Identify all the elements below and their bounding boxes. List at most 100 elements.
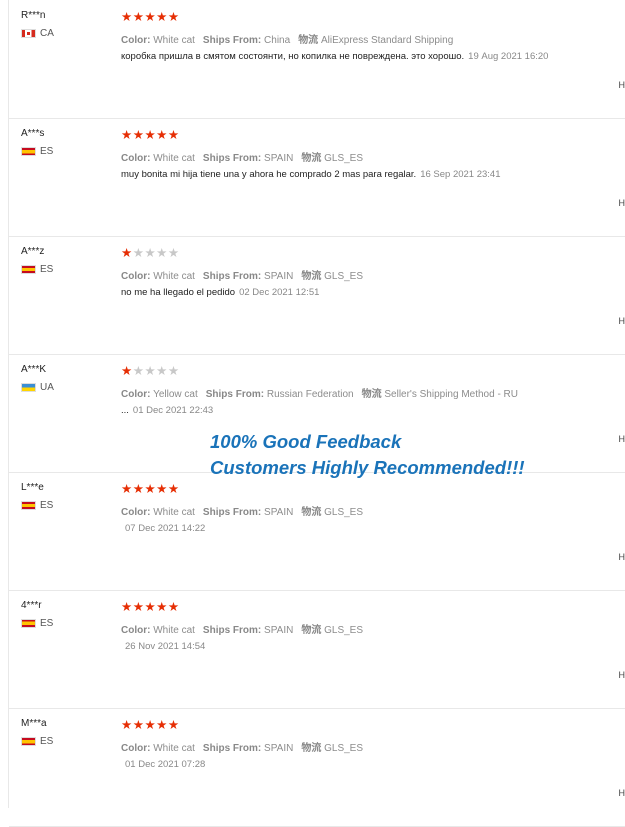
color-label: Color: [121,35,150,46]
review-sku-info: Color: White catShips From: SPAIN物流 GLS_… [121,739,363,754]
review-sku-info: Color: Yellow catShips From: Russian Fed… [121,385,518,400]
review-content: 26 Nov 2021 14:54 [121,641,205,652]
logistics-label: 物流 [362,389,382,400]
star-icon: ★ [121,482,133,496]
star-icon: ★ [168,718,180,732]
reviewer-name: A***K [21,364,46,375]
review-date: 01 Dec 2021 22:43 [133,405,213,416]
logistics-value: Seller's Shipping Method - RU [384,389,518,400]
review-date: 19 Aug 2021 16:20 [468,51,548,62]
review-content: 01 Dec 2021 07:28 [121,759,205,770]
reviewer-country: ES [21,500,53,511]
star-icon: ★ [144,128,156,142]
flag-icon [21,265,36,274]
reviewer-name: M***a [21,718,47,729]
country-code: ES [40,618,53,629]
star-icon: ★ [144,718,156,732]
review-text: ... [121,405,129,416]
flag-icon [21,501,36,510]
flag-icon [21,383,36,392]
helpful-button[interactable]: H [619,434,625,444]
star-icon: ★ [156,600,168,614]
logistics-value: AliExpress Standard Shipping [321,35,453,46]
star-icon: ★ [133,600,145,614]
ships-from-value: Russian Federation [267,389,354,400]
ships-from-label: Ships From: [203,35,261,46]
ships-from-value: China [264,35,290,46]
review-item: 4***rES★★★★★Color: White catShips From: … [9,590,625,709]
review-sku-info: Color: White catShips From: SPAIN物流 GLS_… [121,503,363,518]
star-rating: ★★★★★ [121,718,180,732]
logistics-value: GLS_ES [324,625,363,636]
review-date: 26 Nov 2021 14:54 [125,641,205,652]
star-icon: ★ [168,246,180,260]
ships-from-label: Ships From: [203,153,261,164]
star-icon: ★ [133,364,145,378]
ships-from-value: SPAIN [264,625,293,636]
review-sku-info: Color: White cat Ships From: SPAIN 物流 GLS_… [121,621,363,636]
color-label: Color: [121,271,150,282]
star-icon: ★ [133,718,145,732]
color-label: Color: [121,625,150,636]
reviewer-country: ES [21,736,53,747]
star-icon: ★ [133,10,145,24]
country-code: CA [40,28,54,39]
review-date: 16 Sep 2021 23:41 [420,169,500,180]
reviewer-name: A***s [21,128,44,139]
country-code: ES [40,500,53,511]
review-text: muy bonita mi hija tiene una y ahora he … [121,169,416,180]
flag-icon [21,737,36,746]
ships-from-label: Ships From: [203,625,261,636]
reviewer-name: 4***r [21,600,42,611]
star-icon: ★ [156,246,168,260]
ships-from-value: SPAIN [264,271,293,282]
star-icon: ★ [121,600,133,614]
country-code: ES [40,736,53,747]
star-icon: ★ [144,482,156,496]
logistics-value: GLS_ES [324,153,363,164]
color-label: Color: [121,153,150,164]
review-item: L***eES★★★★★Color: White catShips From: … [9,472,625,591]
promo-banner: 100% Good Feedback Customers Highly Reco… [210,429,525,481]
ships-from-value: SPAIN [264,507,293,518]
color-label: Color: [121,507,150,518]
logistics-label: 物流 [301,625,321,636]
helpful-button[interactable]: H [619,788,625,798]
color-value: White cat [153,625,195,636]
reviewer-country: CA [21,28,54,39]
helpful-button[interactable]: H [619,552,625,562]
logistics-label: 物流 [301,153,321,164]
logistics-value: GLS_ES [324,507,363,518]
star-icon: ★ [121,364,133,378]
review-text: no me ha llegado el pedido [121,287,235,298]
star-icon: ★ [168,482,180,496]
star-rating: ★★★★★ [121,482,180,496]
helpful-button[interactable]: H [619,198,625,208]
color-label: Color: [121,389,150,400]
helpful-button[interactable]: H [619,670,625,680]
logistics-label: 物流 [298,35,318,46]
reviewer-name: A***z [21,246,44,257]
country-code: ES [40,264,53,275]
helpful-button[interactable]: H [619,316,625,326]
star-icon: ★ [144,10,156,24]
star-icon: ★ [168,364,180,378]
promo-line-2: Customers Highly Recommended!!! [210,455,525,481]
star-icon: ★ [121,10,133,24]
review-sku-info: Color: White catShips From: SPAIN物流 GLS_… [121,267,363,282]
star-icon: ★ [144,246,156,260]
review-sku-info: Color: White catShips From: SPAIN物流 GLS_… [121,149,363,164]
reviewer-name: L***e [21,482,44,493]
color-value: White cat [153,507,195,518]
color-value: White cat [153,35,195,46]
star-icon: ★ [156,128,168,142]
star-rating: ★★★★★ [121,246,180,260]
review-content: 07 Dec 2021 14:22 [121,523,205,534]
color-value: White cat [153,743,195,754]
country-code: ES [40,146,53,157]
review-text: коробка пришла в смятом состоянти, но ко… [121,51,464,62]
helpful-button[interactable]: H [619,80,625,90]
ships-from-value: SPAIN [264,743,293,754]
reviewer-country: ES [21,146,53,157]
review-content: no me ha llegado el pedido02 Dec 2021 12… [121,287,319,298]
